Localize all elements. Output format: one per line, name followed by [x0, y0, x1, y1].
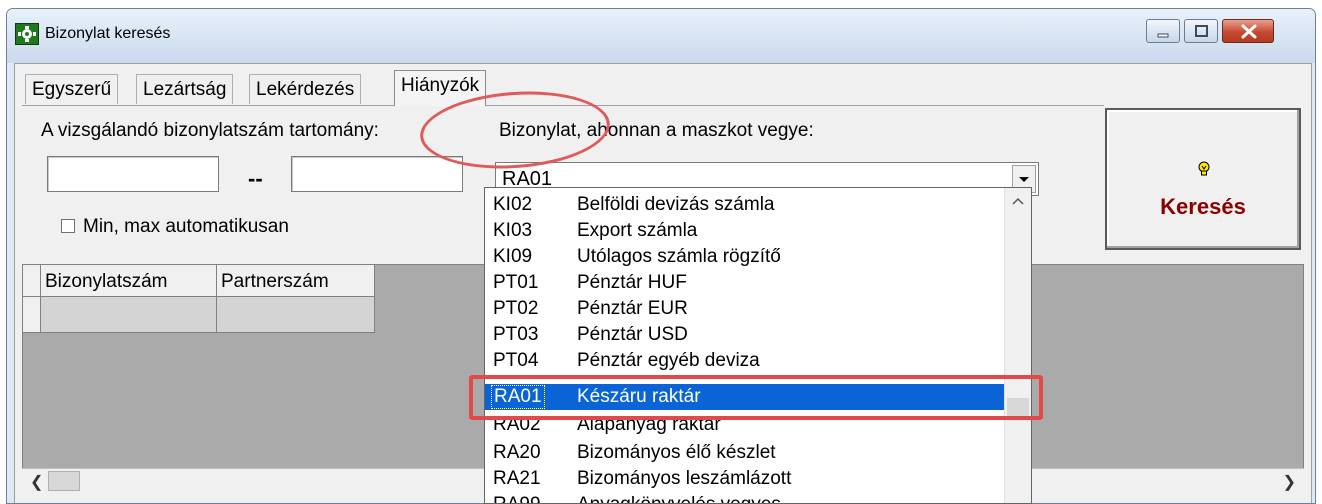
grid-corner-cell: [23, 265, 41, 297]
list-item-code: KI02: [493, 194, 533, 215]
list-item[interactable]: PT04 Pénztár egyéb deviza: [485, 348, 1005, 374]
list-item-code: PT04: [493, 350, 539, 371]
list-item-name: Bizományos leszámlázott: [577, 468, 792, 489]
list-item[interactable]: RA20 Bizományos élő készlet: [485, 440, 1005, 466]
range-to-field[interactable]: [291, 156, 463, 192]
range-from-field[interactable]: [47, 156, 219, 192]
list-item-code: PT03: [493, 324, 539, 345]
list-item[interactable]: PT03 Pénztár USD: [485, 322, 1005, 348]
lightbulb-icon: [1195, 160, 1213, 178]
maximize-button[interactable]: [1184, 19, 1218, 43]
mask-dropdown-list[interactable]: KI02 Belföldi devizás számla KI03 Export s…: [484, 187, 1032, 504]
search-button-label: Keresés: [1160, 194, 1246, 219]
auto-minmax-label: Min, max automatikusan: [83, 216, 289, 237]
chevron-up-icon: [1012, 197, 1024, 205]
close-button[interactable]: [1222, 19, 1274, 43]
list-item-name: Bizományos élő készlet: [577, 442, 776, 463]
list-item-code: RA20: [493, 442, 541, 463]
window-title: Bizonylat keresés: [45, 25, 171, 42]
grid-row-indicator[interactable]: [23, 297, 41, 333]
list-item-code: PT01: [493, 272, 539, 293]
list-item-name: Utólagos számla rögzítő: [577, 246, 781, 267]
scroll-left-icon[interactable]: ❮: [30, 472, 43, 492]
list-item-code: KI09: [493, 246, 533, 267]
list-item[interactable]: KI09 Utólagos számla rögzítő: [485, 244, 1005, 270]
grid-cell[interactable]: [217, 297, 375, 333]
auto-minmax-checkbox[interactable]: [61, 219, 75, 233]
search-button[interactable]: Keresés: [1105, 108, 1301, 250]
list-item[interactable]: KI03 Export számla: [485, 218, 1005, 244]
list-item-name: Pénztár HUF: [577, 272, 687, 293]
list-item-name: Anyagkönyvelés vegyes: [577, 492, 781, 503]
list-item-code: RA21: [493, 468, 541, 489]
list-item[interactable]: RA99 Anyagkönyvelés vegyes: [485, 492, 1005, 503]
tab-lezartsag[interactable]: Lezártság: [136, 74, 234, 104]
list-item-name: Pénztár egyéb deviza: [577, 350, 760, 371]
list-item-code: PT02: [493, 298, 539, 319]
scroll-right-icon[interactable]: ❯: [1283, 472, 1296, 492]
grid-column-header[interactable]: Bizonylatszám: [41, 265, 217, 297]
tab-lekerdezes[interactable]: Lekérdezés: [249, 74, 362, 104]
title-bar: Bizonylat keresés: [7, 9, 1315, 63]
minimize-button[interactable]: [1146, 19, 1180, 43]
list-item-code: RA99: [493, 492, 541, 503]
list-item-name: Pénztár USD: [577, 324, 688, 345]
list-item[interactable]: KI02 Belföldi devizás számla: [485, 192, 1005, 218]
grid-cell[interactable]: [41, 297, 217, 333]
dropdown-scrollbar[interactable]: [1004, 188, 1031, 503]
list-item-code: KI03: [493, 220, 533, 241]
list-item-name: Export számla: [577, 220, 698, 241]
list-item[interactable]: RA21 Bizományos leszámlázott: [485, 466, 1005, 492]
grid-column-header[interactable]: Partnerszám: [217, 265, 375, 297]
scrollbar-thumb[interactable]: [48, 471, 80, 491]
list-item-name: Belföldi devizás számla: [577, 194, 775, 215]
annotation-highlight-box: [469, 375, 1043, 420]
range-label: A vizsgálandó bizonylatszám tartomány:: [41, 120, 379, 141]
list-item[interactable]: PT02 Pénztár EUR: [485, 296, 1005, 322]
app-logo-icon: [15, 23, 39, 45]
tab-egyszeru[interactable]: Egyszerű: [25, 74, 119, 104]
list-item[interactable]: PT01 Pénztár HUF: [485, 270, 1005, 296]
range-separator: --: [248, 166, 263, 191]
list-item-name: Pénztár EUR: [577, 298, 688, 319]
